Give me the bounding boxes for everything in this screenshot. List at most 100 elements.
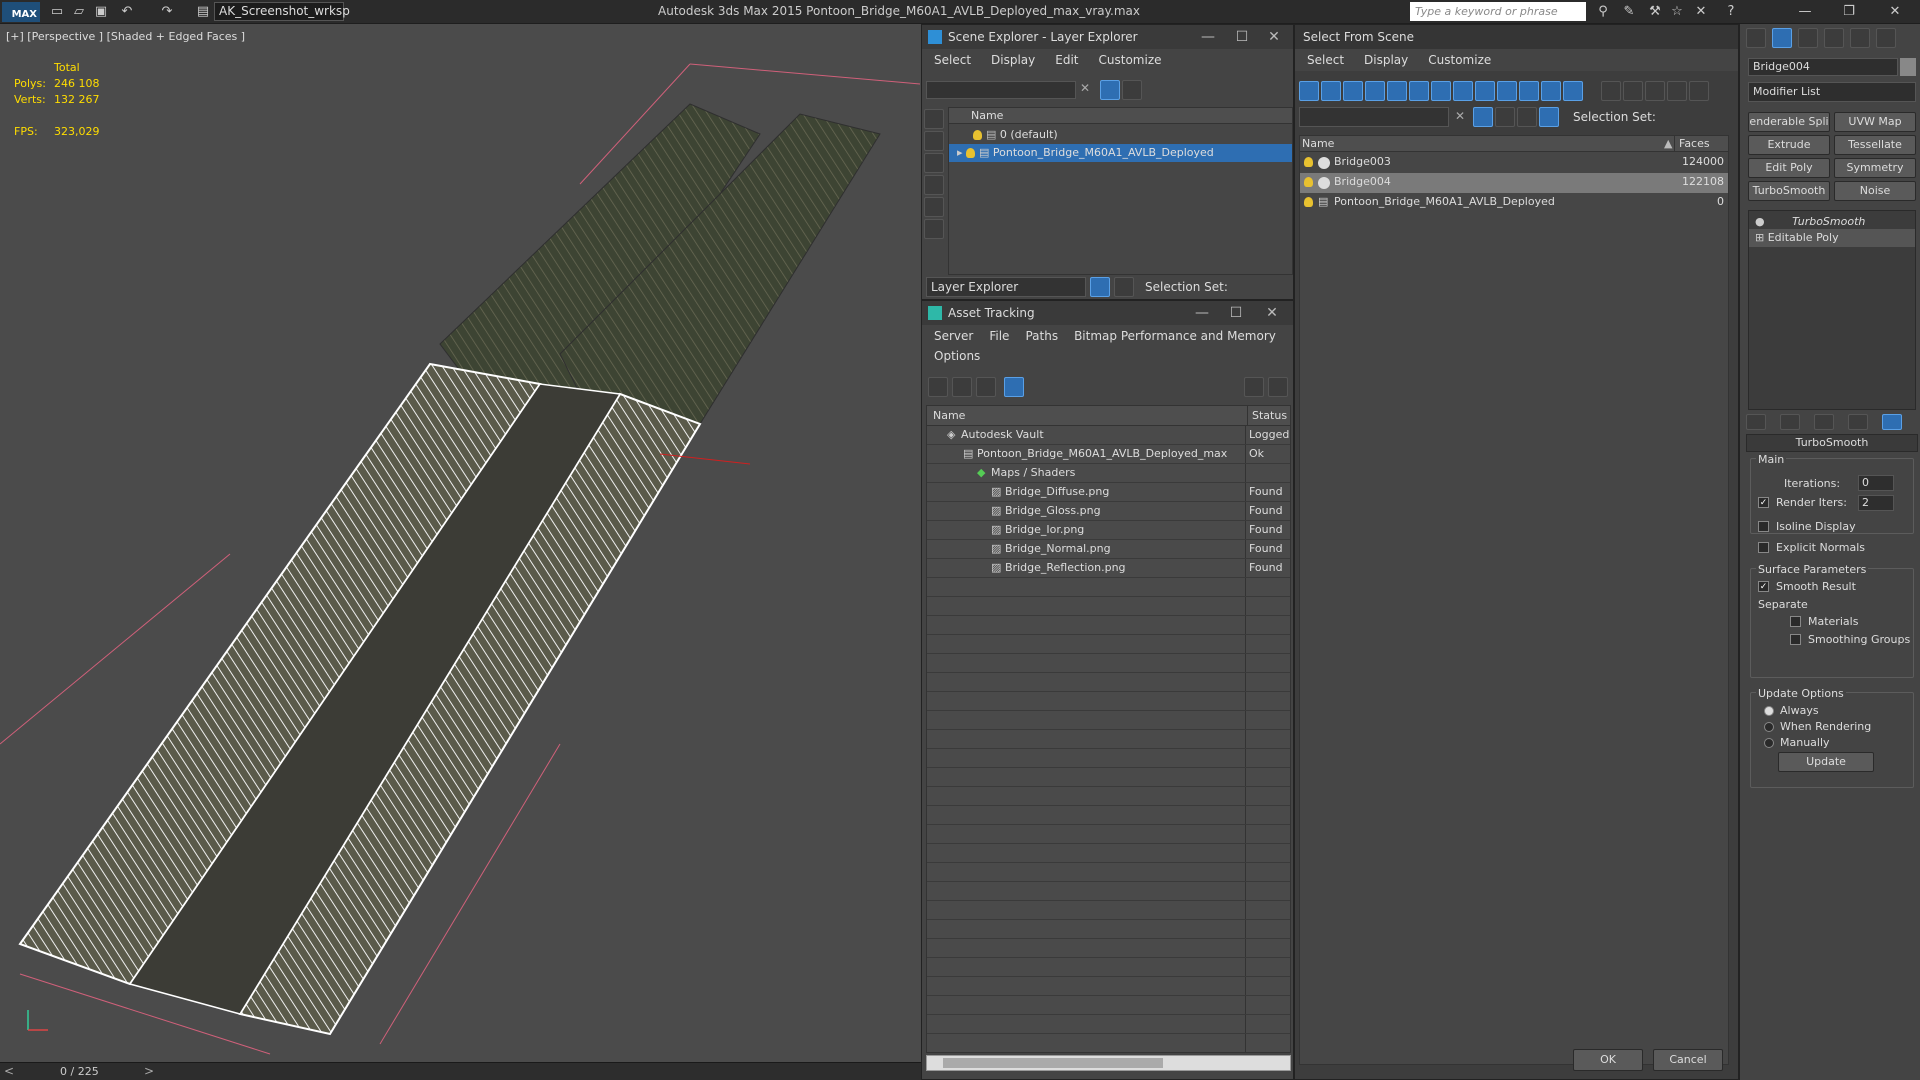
column-name-header[interactable]: Name bbox=[933, 406, 965, 426]
shapes-filter-icon[interactable] bbox=[1321, 81, 1341, 101]
expand-plus-icon[interactable]: ⊞ bbox=[1755, 231, 1764, 244]
visibility-icon[interactable] bbox=[1304, 157, 1313, 167]
bones-filter-icon[interactable] bbox=[1475, 81, 1495, 101]
save-icon[interactable]: ▣ bbox=[92, 3, 110, 21]
search-input[interactable]: Type a keyword or phrase bbox=[1410, 2, 1586, 21]
modifier-button[interactable]: UVW Map bbox=[1834, 112, 1916, 132]
maximize-icon[interactable]: ☐ bbox=[1221, 301, 1251, 325]
layer-filter-icon[interactable] bbox=[1122, 80, 1142, 100]
exchange-icon[interactable]: ✕ bbox=[1692, 3, 1710, 21]
menu-bitmap-performance[interactable]: Bitmap Performance and Memory bbox=[1074, 325, 1276, 347]
layer-filter-icon[interactable] bbox=[1495, 107, 1515, 127]
open-file-icon[interactable]: ▱ bbox=[70, 3, 88, 21]
list-view-icon[interactable] bbox=[952, 377, 972, 397]
column-faces-header[interactable]: Faces bbox=[1674, 136, 1710, 152]
create-tab-icon[interactable] bbox=[1746, 28, 1766, 48]
hidden-filter-icon[interactable] bbox=[1541, 81, 1561, 101]
asset-row[interactable]: ▨ Bridge_Reflection.png Found bbox=[927, 559, 1290, 578]
lights-filter-icon[interactable] bbox=[924, 175, 944, 195]
select-all-filter-icon[interactable] bbox=[1645, 81, 1665, 101]
close-icon[interactable]: ✕ bbox=[1259, 25, 1289, 49]
asset-row[interactable]: ▨ Bridge_Gloss.png Found bbox=[927, 502, 1290, 521]
cameras-filter-icon[interactable] bbox=[1365, 81, 1385, 101]
workspace-dropdown[interactable]: AK_Screenshot_wrksp bbox=[214, 2, 350, 21]
layer-hierarchy-icon[interactable] bbox=[1517, 107, 1537, 127]
clear-search-icon[interactable]: ✕ bbox=[1455, 109, 1465, 123]
always-radio[interactable] bbox=[1764, 706, 1774, 716]
containers-filter-icon[interactable] bbox=[1497, 81, 1517, 101]
asset-tracking-titlebar[interactable]: Asset Tracking — ☐ ✕ bbox=[922, 301, 1293, 325]
display-tab-icon[interactable] bbox=[1850, 28, 1870, 48]
smoothing-groups-checkbox[interactable] bbox=[1790, 634, 1801, 645]
project-folder-icon[interactable]: ▤ bbox=[194, 3, 212, 21]
shapes-filter-icon[interactable] bbox=[924, 153, 944, 173]
show-end-result-icon[interactable] bbox=[1780, 414, 1800, 430]
object-row[interactable]: ▤ Pontoon_Bridge_M60A1_AVLB_Deployed 0 bbox=[1300, 193, 1728, 213]
xrefs-filter-icon[interactable] bbox=[1453, 81, 1473, 101]
layer-row-default[interactable]: ▤ 0 (default) bbox=[973, 126, 1058, 144]
hierarchy-tab-icon[interactable] bbox=[1798, 28, 1818, 48]
manually-radio[interactable] bbox=[1764, 738, 1774, 748]
help-icon[interactable]: ? bbox=[1722, 3, 1740, 21]
modifier-list-dropdown[interactable]: Modifier List bbox=[1748, 82, 1916, 102]
object-name-input[interactable]: Bridge004 bbox=[1748, 58, 1898, 76]
materials-checkbox[interactable] bbox=[1790, 616, 1801, 627]
table-view-icon[interactable] bbox=[1004, 377, 1024, 397]
menu-display[interactable]: Display bbox=[1364, 49, 1408, 71]
asset-row[interactable]: ▤ Pontoon_Bridge_M60A1_AVLB_Deployed_max.… bbox=[927, 445, 1290, 464]
filter-icon[interactable] bbox=[1473, 107, 1493, 127]
motion-tab-icon[interactable] bbox=[1824, 28, 1844, 48]
select-invert-filter-icon[interactable] bbox=[1689, 81, 1709, 101]
modifier-button[interactable]: Extrude bbox=[1748, 135, 1830, 155]
menu-display[interactable]: Display bbox=[991, 49, 1035, 71]
asset-row[interactable]: ◈ Autodesk Vault Logged Out bbox=[927, 426, 1290, 445]
helpers-filter-icon[interactable] bbox=[924, 219, 944, 239]
select-from-scene-titlebar[interactable]: Select From Scene bbox=[1295, 25, 1738, 49]
close-icon[interactable]: ✕ bbox=[1257, 301, 1287, 325]
modifier-button[interactable]: Noise bbox=[1834, 181, 1916, 201]
lightbulb-icon[interactable]: ● bbox=[1755, 215, 1765, 228]
column-status-header[interactable]: Status bbox=[1247, 406, 1287, 426]
when-rendering-radio[interactable] bbox=[1764, 722, 1774, 732]
invert-display-filter-icon[interactable] bbox=[1623, 81, 1643, 101]
maximize-icon[interactable]: ☐ bbox=[1227, 25, 1257, 49]
object-hierarchy-icon[interactable] bbox=[1539, 107, 1559, 127]
tools-icon[interactable]: ✎ bbox=[1620, 3, 1638, 21]
help-icon[interactable] bbox=[1244, 377, 1264, 397]
app-logo[interactable]: MAX bbox=[2, 2, 40, 22]
menu-customize[interactable]: Customize bbox=[1428, 49, 1491, 71]
modifier-button[interactable]: TurboSmooth bbox=[1748, 181, 1830, 201]
object-row[interactable]: Bridge003 124000 bbox=[1300, 153, 1728, 173]
utilities-tab-icon[interactable] bbox=[1876, 28, 1896, 48]
asset-row[interactable]: ◆ Maps / Shaders bbox=[927, 464, 1290, 483]
menu-paths[interactable]: Paths bbox=[1025, 325, 1058, 347]
asset-row[interactable]: ▨ Bridge_Ior.png Found bbox=[927, 521, 1290, 540]
menu-select[interactable]: Select bbox=[1307, 49, 1344, 71]
time-slider[interactable]: < 0 / 225 > bbox=[0, 1062, 921, 1080]
column-name-header[interactable]: Name bbox=[1302, 136, 1334, 152]
make-unique-icon[interactable] bbox=[1814, 414, 1834, 430]
visibility-icon[interactable] bbox=[966, 148, 976, 158]
clear-search-icon[interactable]: ✕ bbox=[1080, 81, 1090, 95]
explorer-type-dropdown[interactable]: Layer Explorer bbox=[926, 277, 1086, 297]
expand-arrow-icon[interactable]: ▸ bbox=[957, 146, 966, 159]
remove-modifier-icon[interactable] bbox=[1848, 414, 1868, 430]
asset-row[interactable]: ▨ Bridge_Normal.png Found bbox=[927, 540, 1290, 559]
time-next-icon[interactable]: > bbox=[144, 1064, 154, 1078]
menu-select[interactable]: Select bbox=[934, 49, 971, 71]
minimize-icon[interactable]: — bbox=[1796, 3, 1814, 21]
object-color-swatch[interactable] bbox=[1900, 58, 1916, 76]
object-hierarchy-icon[interactable] bbox=[1114, 277, 1134, 297]
modifier-button[interactable]: Tessellate bbox=[1834, 135, 1916, 155]
helpers-filter-icon[interactable] bbox=[1387, 81, 1407, 101]
modifier-button[interactable]: Symmetry bbox=[1834, 158, 1916, 178]
ok-button[interactable]: OK bbox=[1573, 1049, 1643, 1071]
visibility-icon[interactable] bbox=[1304, 177, 1313, 187]
render-iters-checkbox[interactable]: ✓ bbox=[1758, 497, 1769, 508]
update-button[interactable]: Update bbox=[1778, 752, 1874, 772]
menu-file[interactable]: File bbox=[989, 325, 1009, 347]
column-name-header[interactable]: Name bbox=[949, 108, 1292, 124]
spacewarps-filter-icon[interactable] bbox=[1409, 81, 1429, 101]
cameras-filter-icon[interactable] bbox=[924, 197, 944, 217]
turbosmooth-rollout-header[interactable]: TurboSmooth bbox=[1746, 434, 1918, 452]
